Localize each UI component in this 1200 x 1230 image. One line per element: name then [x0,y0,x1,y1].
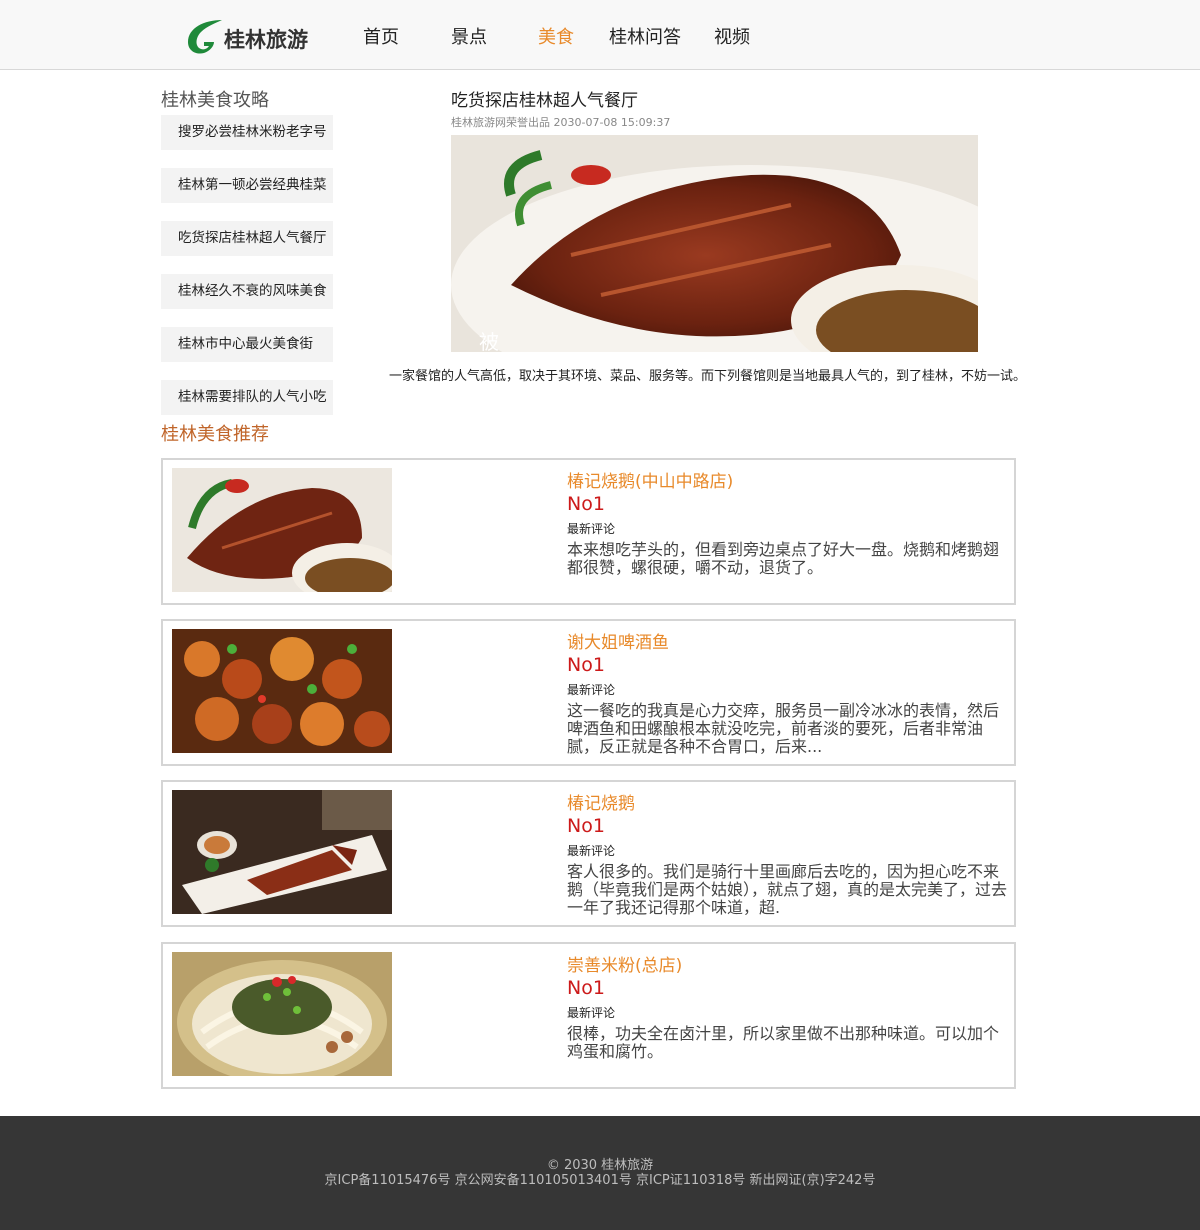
latest-comment-text: 很棒，功夫全在卤汁里，所以家里做不出那种味道。可以加个鸡蛋和腐竹。 [567,1024,1000,1061]
restaurant-rank: No1 [567,654,605,676]
latest-comment-text: 这一餐吃的我真是心力交瘁，服务员一副冷冰冰的表情，然后啤酒鱼和田螺酿根本就没吃完… [567,701,1000,756]
latest-comment-text: 本来想吃芋头的，但看到旁边桌点了好大一盘。烧鹅和烤鹅翅都很赞，螺很硬，嚼不动，退… [567,540,1000,577]
restaurant-card[interactable]: 崇善米粉(总店) No1 最新评论 很棒，功夫全在卤汁里，所以家里做不出那种味道… [161,942,1016,1089]
restaurant-name[interactable]: 崇善米粉(总店) [567,951,682,976]
sidebar-list: 搜罗必尝桂林米粉老字号 桂林第一顿必尝经典桂菜 吃货探店桂林超人气餐厅 桂林经久… [161,115,333,433]
latest-comment-label: 最新评论 [567,1006,616,1020]
footer-license: 京ICP备11015476号 京公网安备110105013401号 京ICP证1… [324,1173,876,1188]
restaurant-rank: No1 [567,493,605,515]
logo-link[interactable]: 桂林旅游 [186,18,316,56]
restaurant-name[interactable]: 椿记烧鹅(中山中路店) [567,467,733,492]
restaurant-card[interactable]: 椿记烧鹅 No1 最新评论 客人很多的。我们是骑行十里画廊后去吃的，因为担心吃不… [161,780,1016,927]
restaurant-image[interactable] [172,468,392,592]
recommend-title: 桂林美食推荐 [161,424,269,445]
restaurant-rank: No1 [567,815,605,837]
nav-video[interactable]: 视频 [714,23,750,49]
sidebar-item-rice-noodle[interactable]: 搜罗必尝桂林米粉老字号 [161,115,333,150]
top-header: 桂林旅游 首页 景点 美食 桂林问答 视频 [0,0,1200,70]
restaurant-name[interactable]: 谢大姐啤酒鱼 [567,628,669,653]
sidebar-item-snacks[interactable]: 桂林需要排队的人气小吃 [161,380,333,415]
restaurant-image[interactable] [172,952,392,1076]
restaurant-image[interactable] [172,790,392,914]
restaurant-rank: No1 [567,977,605,999]
nav-qa[interactable]: 桂林问答 [609,23,681,49]
nav-food[interactable]: 美食 [538,23,574,49]
article-meta: 桂林旅游网荣誉出品 2030-07-08 15:09:37 [451,116,671,129]
nav-attractions[interactable]: 景点 [451,23,487,49]
restaurant-card[interactable]: 谢大姐啤酒鱼 No1 最新评论 这一餐吃的我真是心力交瘁，服务员一副冷冰冰的表情… [161,619,1016,766]
sidebar-item-popular-restaurants[interactable]: 吃货探店桂林超人气餐厅 [161,221,333,256]
sidebar-title: 桂林美食攻略 [161,90,269,111]
article-text: 一家餐馆的人气高低，取决于其环境、菜品、服务等。而下列餐馆则是当地最具人气的，到… [389,369,1027,384]
latest-comment-label: 最新评论 [567,522,616,536]
nav-home[interactable]: 首页 [363,23,399,49]
article-title: 吃货探店桂林超人气餐厅 [451,91,638,111]
latest-comment-label: 最新评论 [567,844,616,858]
sidebar-item-gui-cuisine[interactable]: 桂林第一顿必尝经典桂菜 [161,168,333,203]
restaurant-image[interactable] [172,629,392,753]
latest-comment-text: 客人很多的。我们是骑行十里画廊后去吃的，因为担心吃不来鹅（毕竟我们是两个姑娘），… [567,862,1008,917]
sidebar-item-flavor-food[interactable]: 桂林经久不衰的风味美食 [161,274,333,309]
restaurant-name[interactable]: 椿记烧鹅 [567,789,635,814]
page-footer: © 2030 桂林旅游 京ICP备11015476号 京公网安备11010501… [0,1116,1200,1230]
svg-text:被: 被 [479,330,499,352]
article-image: 被 [451,135,978,352]
logo-text: 桂林旅游 [224,28,308,52]
sidebar-item-food-street[interactable]: 桂林市中心最火美食街 [161,327,333,362]
restaurant-card[interactable]: 椿记烧鹅(中山中路店) No1 最新评论 本来想吃芋头的，但看到旁边桌点了好大一… [161,458,1016,605]
green-leaf-logo-icon [188,20,222,54]
latest-comment-label: 最新评论 [567,683,616,697]
